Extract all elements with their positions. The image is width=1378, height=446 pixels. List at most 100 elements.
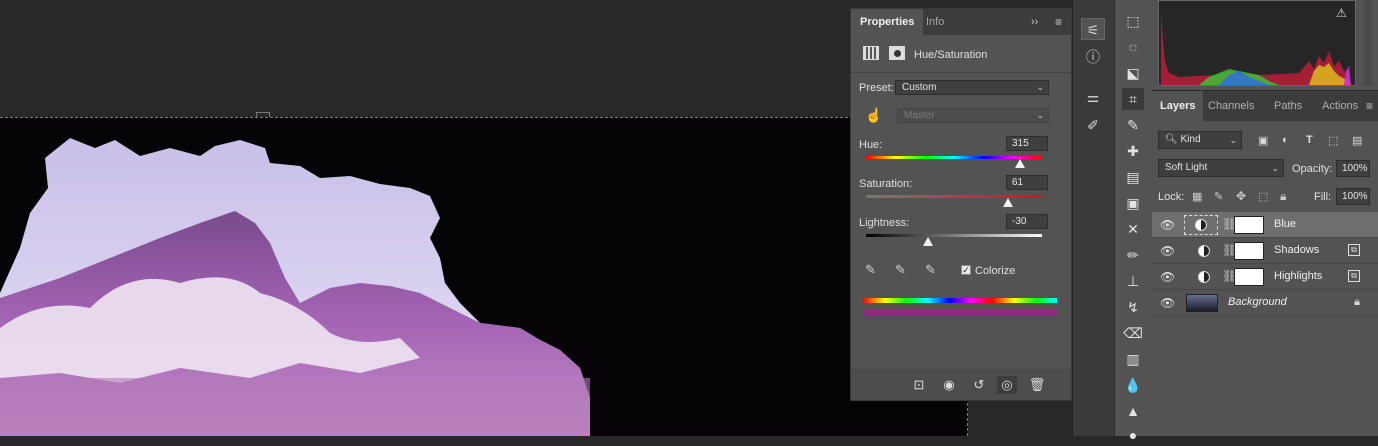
- tab-actions[interactable]: Actions: [1314, 91, 1366, 121]
- hue-slider-thumb[interactable]: [1015, 159, 1025, 168]
- panel-menu-icon[interactable]: ≡: [1055, 15, 1062, 29]
- chevron-down-icon: ⌄: [1036, 110, 1044, 120]
- filter-shape-icon[interactable]: ⬚: [1328, 134, 1338, 147]
- eye-icon[interactable]: 👁︎: [1160, 296, 1175, 310]
- view-previous-icon[interactable]: ◉: [939, 376, 959, 394]
- quick-select-tool-icon[interactable]: ⬕: [1122, 62, 1144, 84]
- eyedropper-icon[interactable]: ✎: [865, 262, 876, 278]
- layer-name[interactable]: Background: [1228, 296, 1287, 308]
- lock-all-icon[interactable]: 🔒︎: [1280, 189, 1286, 204]
- layer-mask-thumb[interactable]: [1234, 268, 1264, 286]
- histogram-panel: ⚠: [1152, 0, 1378, 90]
- colorize-checkbox[interactable]: ✓: [961, 265, 971, 275]
- filter-smart-object-icon[interactable]: ▤: [1352, 134, 1362, 147]
- layer-name[interactable]: Highlights: [1274, 270, 1322, 282]
- channel-select[interactable]: Master ⌄: [897, 108, 1049, 123]
- marquee-tool-icon[interactable]: ⬚: [1122, 10, 1144, 32]
- tab-info[interactable]: Info: [917, 9, 953, 35]
- lock-position-icon[interactable]: ✥: [1236, 189, 1246, 203]
- adjustments-icon[interactable]: ⚟: [1081, 18, 1105, 40]
- document-canvas[interactable]: [0, 117, 968, 436]
- saturation-label: Saturation:: [859, 178, 913, 190]
- mask-icon[interactable]: [889, 46, 905, 60]
- filter-pixel-icon[interactable]: ▣: [1258, 134, 1268, 147]
- layer-row[interactable]: 👁︎ ⛓ Shadows ⧉: [1152, 238, 1378, 264]
- eye-icon[interactable]: 👁︎: [1160, 244, 1175, 258]
- toggle-visibility-icon[interactable]: ◎: [997, 376, 1017, 394]
- adjustment-type-icon[interactable]: [863, 46, 879, 60]
- saturation-slider-thumb[interactable]: [1002, 198, 1013, 207]
- reset-icon[interactable]: ↺: [969, 376, 989, 394]
- lightness-input[interactable]: -30: [1006, 214, 1048, 229]
- clip-to-layer-icon[interactable]: ⊡: [909, 376, 929, 394]
- filter-adjustment-icon[interactable]: ◐: [1282, 134, 1289, 146]
- layer-name[interactable]: Shadows: [1274, 244, 1319, 256]
- content-aware-move-icon[interactable]: ✕: [1122, 218, 1144, 240]
- patch-tool-icon[interactable]: ▤: [1122, 166, 1144, 188]
- saturation-input[interactable]: 61: [1006, 175, 1048, 190]
- history-brush-icon[interactable]: ↯: [1122, 296, 1144, 318]
- layer-filter-select[interactable]: 🔍︎ Kind ⌄: [1158, 131, 1242, 149]
- layer-mask-thumb[interactable]: [1234, 242, 1264, 260]
- lock-transparent-icon[interactable]: ▦: [1192, 190, 1202, 203]
- properties-footer: ⊡ ◉ ↺ ◎ 🗑: [851, 369, 1071, 400]
- chevron-down-icon: ⌄: [1229, 135, 1237, 145]
- histogram-scrollbar[interactable]: [1364, 0, 1372, 86]
- eye-icon[interactable]: 👁︎: [1160, 218, 1175, 232]
- layer-row[interactable]: 👁︎ ⛓ Highlights ⧉: [1152, 264, 1378, 290]
- brush-settings-icon[interactable]: ⚌: [1081, 86, 1105, 108]
- brush-tool-icon[interactable]: ✏: [1122, 244, 1144, 266]
- warning-icon[interactable]: ⚠: [1336, 6, 1347, 20]
- dodge-tool-icon[interactable]: ●: [1122, 424, 1144, 446]
- crop-tool-icon[interactable]: ⌗: [1122, 88, 1144, 110]
- healing-tool-icon[interactable]: ✚: [1122, 140, 1144, 162]
- search-icon: 🔍︎: [1165, 134, 1178, 145]
- gradient-tool-icon[interactable]: ▥: [1122, 348, 1144, 370]
- blur-tool-icon[interactable]: 💧: [1122, 374, 1144, 396]
- fill-label: Fill:: [1314, 191, 1332, 203]
- blend-mode-select[interactable]: Soft Light ⌄: [1158, 159, 1284, 177]
- layer-name[interactable]: Blue: [1274, 218, 1296, 230]
- opacity-label: Opacity:: [1292, 163, 1333, 175]
- eyedropper-plus-icon[interactable]: ✎: [895, 262, 906, 278]
- lasso-tool-icon[interactable]: ◌: [1122, 36, 1144, 58]
- histogram-chart: [1159, 1, 1355, 85]
- info-icon[interactable]: ⓘ: [1081, 46, 1105, 68]
- tab-properties[interactable]: Properties: [851, 9, 924, 35]
- chevron-down-icon: ⌄: [1036, 82, 1044, 92]
- fill-input[interactable]: 100%: [1336, 188, 1370, 205]
- eye-icon[interactable]: 👁︎: [1160, 270, 1175, 284]
- channel-value: Master: [904, 110, 935, 121]
- lock-artboard-icon[interactable]: ⬚: [1258, 190, 1268, 203]
- panel-menu-icon[interactable]: ≡: [1366, 99, 1373, 113]
- collapse-icon[interactable]: ››: [1031, 16, 1038, 28]
- tab-paths[interactable]: Paths: [1266, 91, 1310, 121]
- eyedropper-minus-icon[interactable]: ✎: [925, 262, 936, 278]
- saturation-slider-track[interactable]: [866, 195, 1042, 198]
- tab-channels[interactable]: Channels: [1200, 91, 1262, 121]
- tab-layers[interactable]: Layers: [1152, 91, 1204, 121]
- hand-target-icon[interactable]: ☝: [865, 107, 882, 124]
- lightness-slider-thumb[interactable]: [922, 237, 933, 246]
- filter-kind-value: Kind: [1180, 134, 1201, 145]
- delete-icon[interactable]: 🗑: [1027, 376, 1047, 394]
- layer-row[interactable]: 👁︎ Background 🔒︎: [1152, 290, 1378, 316]
- lightness-label: Lightness:: [859, 217, 910, 229]
- opacity-input[interactable]: 100%: [1336, 160, 1370, 177]
- filter-type-icon[interactable]: T: [1306, 134, 1313, 146]
- frame-tool-icon[interactable]: ▣: [1122, 192, 1144, 214]
- sharpen-tool-icon[interactable]: ▲: [1122, 400, 1144, 422]
- layer-thumbnail[interactable]: [1186, 294, 1218, 312]
- preset-value: Custom: [902, 82, 937, 93]
- preset-select[interactable]: Custom ⌄: [895, 80, 1049, 95]
- hue-input[interactable]: 315: [1006, 136, 1048, 151]
- lock-image-icon[interactable]: ✎: [1214, 190, 1223, 203]
- layer-row[interactable]: 👁︎ ⛓ Blue: [1152, 212, 1378, 238]
- clipping-mask-icon: ⧉: [1348, 270, 1360, 282]
- brushes-icon[interactable]: ✐: [1081, 114, 1105, 136]
- stamp-tool-icon[interactable]: ⊥: [1122, 270, 1144, 292]
- lightness-slider-track[interactable]: [866, 234, 1042, 237]
- eyedropper-tool-icon[interactable]: ✎: [1122, 114, 1144, 136]
- layer-mask-thumb[interactable]: [1234, 216, 1264, 234]
- eraser-tool-icon[interactable]: ⌫: [1122, 322, 1144, 344]
